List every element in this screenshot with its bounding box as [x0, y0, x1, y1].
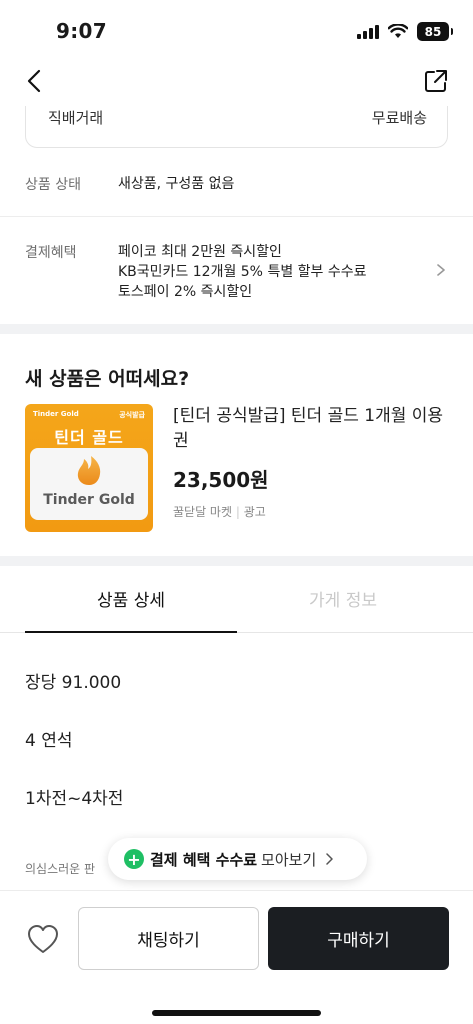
- thumbnail-brand-small: Tinder Gold: [33, 410, 79, 418]
- delivery-left-text: 직배거래: [48, 109, 104, 127]
- delivery-right-text: 무료배송: [371, 109, 427, 127]
- thumbnail-top-text: Tinder Gold 공식발급: [33, 410, 145, 420]
- benefit-pill-bold: 결제 혜택 수수료: [150, 850, 258, 869]
- bottom-action-bar: 채팅하기 구매하기: [0, 890, 473, 1024]
- section-separator: [0, 556, 473, 566]
- buy-button[interactable]: 구매하기: [268, 907, 449, 970]
- description-line: 장당 91.000: [25, 673, 122, 693]
- product-thumbnail[interactable]: Tinder Gold 공식발급 틴더 골드 Tinder Gold: [25, 404, 153, 532]
- detail-tabs: 상품 상세 가게 정보: [0, 568, 473, 634]
- recommend-product-price: 23,500원: [173, 468, 269, 492]
- chat-button[interactable]: 채팅하기: [78, 907, 259, 970]
- tab-store-info[interactable]: 가게 정보: [237, 568, 449, 634]
- heart-icon[interactable]: [26, 923, 60, 955]
- description-line: 1차전~4차전: [25, 789, 124, 809]
- chevron-right-icon: [326, 853, 333, 865]
- benefit-pill-text: 모아보기: [261, 850, 317, 869]
- benefit-line: 페이코 최대 2만원 즉시할인: [118, 244, 282, 260]
- home-indicator: [152, 1010, 321, 1016]
- benefit-line: 토스페이 2% 즉시할인: [118, 284, 253, 300]
- cellular-signal-icon: [357, 24, 379, 39]
- recommend-product-seller: 꿀닫달 마켓 | 광고: [173, 505, 266, 519]
- status-time: 9:07: [56, 19, 107, 43]
- payment-benefit-label: 결제혜택: [25, 245, 77, 261]
- condition-value: 새상품, 구성품 없음: [118, 176, 235, 192]
- benefit-line: KB국민카드 12개월 5% 특별 할부 수수료: [118, 264, 367, 280]
- battery-indicator: 85: [417, 22, 453, 41]
- recommend-product-name[interactable]: [틴더 공식발급] 틴더 골드 1개월 이용권: [173, 404, 453, 454]
- condition-label: 상품 상태: [25, 177, 81, 193]
- share-icon[interactable]: [423, 68, 449, 94]
- thumbnail-card: Tinder Gold: [30, 448, 148, 520]
- seller-name: 꿀닫달 마켓: [173, 505, 233, 519]
- back-arrow-icon[interactable]: [22, 68, 48, 94]
- payment-benefit-list: 페이코 최대 2만원 즉시할인 KB국민카드 12개월 5% 특별 할부 수수료…: [118, 242, 367, 302]
- section-separator: [0, 324, 473, 334]
- divider: [0, 216, 473, 217]
- active-tab-indicator: [25, 631, 237, 633]
- tinder-flame-icon: [77, 456, 101, 485]
- status-icons: 85: [357, 22, 453, 41]
- benefit-summary-button[interactable]: + 결제 혜택 수수료 모아보기: [108, 838, 367, 880]
- status-bar: 9:07 85: [0, 0, 473, 56]
- plus-icon: +: [124, 849, 144, 869]
- ad-label: 광고: [243, 505, 266, 519]
- nav-bar: [0, 56, 473, 106]
- chevron-right-icon[interactable]: [435, 264, 447, 276]
- thumbnail-title: 틴더 골드: [54, 428, 124, 447]
- thumbnail-brand: Tinder Gold: [43, 492, 135, 508]
- thumbnail-official-badge: 공식발급: [119, 411, 145, 419]
- wifi-icon: [388, 24, 408, 38]
- payment-benefit-row[interactable]: 결제혜택 페이코 최대 2만원 즉시할인 KB국민카드 12개월 5% 특별 할…: [25, 242, 448, 306]
- description-line: 4 연석: [25, 731, 73, 751]
- tab-product-detail[interactable]: 상품 상세: [25, 568, 237, 634]
- description-faded-text: 의심스러운 판: [25, 862, 96, 876]
- recommend-title: 새 상품은 어떠세요?: [25, 368, 190, 390]
